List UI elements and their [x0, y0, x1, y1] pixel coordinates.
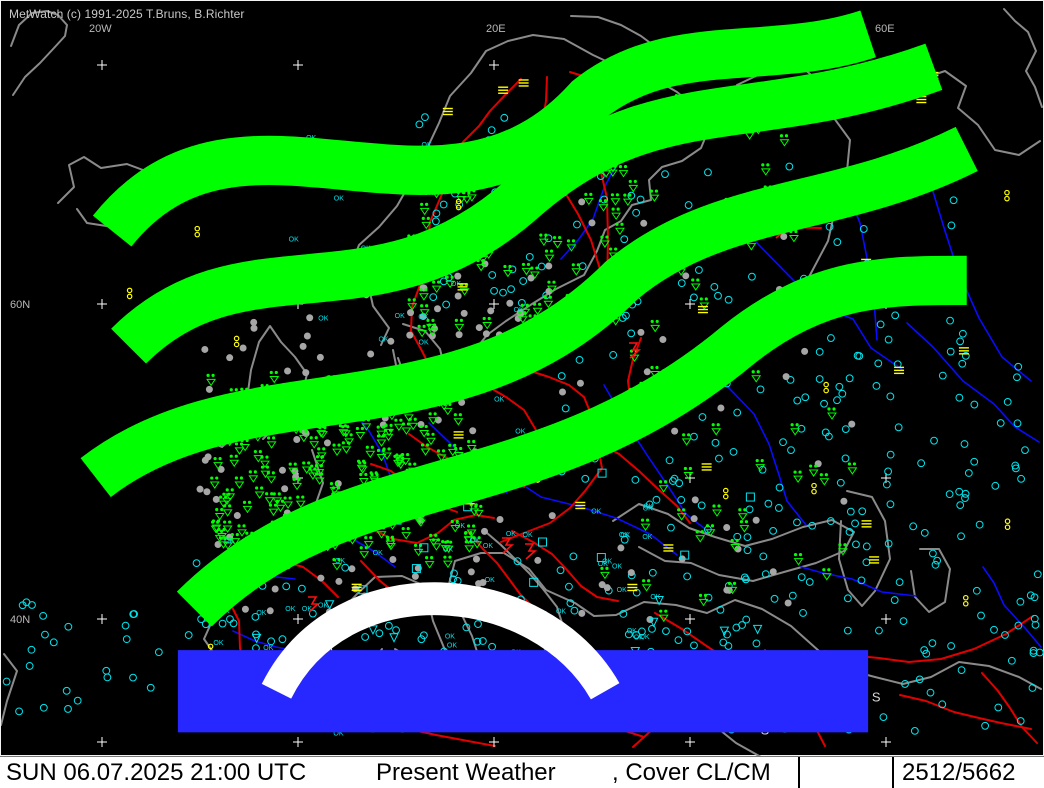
status-bar: SUN 06.07.2025 21:00 UTC Present Weather…: [0, 756, 1044, 788]
weather-map-window: OK OK OK OK OK OK OK OK OK OK OK OK OK OK OK OK OK OK OK OK…: [0, 0, 1044, 788]
weather-map[interactable]: OK OK OK OK OK OK OK OK OK OK OK OK OK OK OK OK OK OK OK OK…: [0, 0, 1044, 757]
station-count-status: 2512/5662: [902, 759, 1016, 786]
metwatch-logo-icon: [80, 10, 978, 733]
date-time-status: SUN 06.07.2025 21:00 UTC: [6, 759, 307, 786]
cover-status: , Cover CL/CM: [612, 757, 800, 788]
product-status: Present Weather: [376, 759, 556, 786]
status-separator: [800, 757, 894, 788]
